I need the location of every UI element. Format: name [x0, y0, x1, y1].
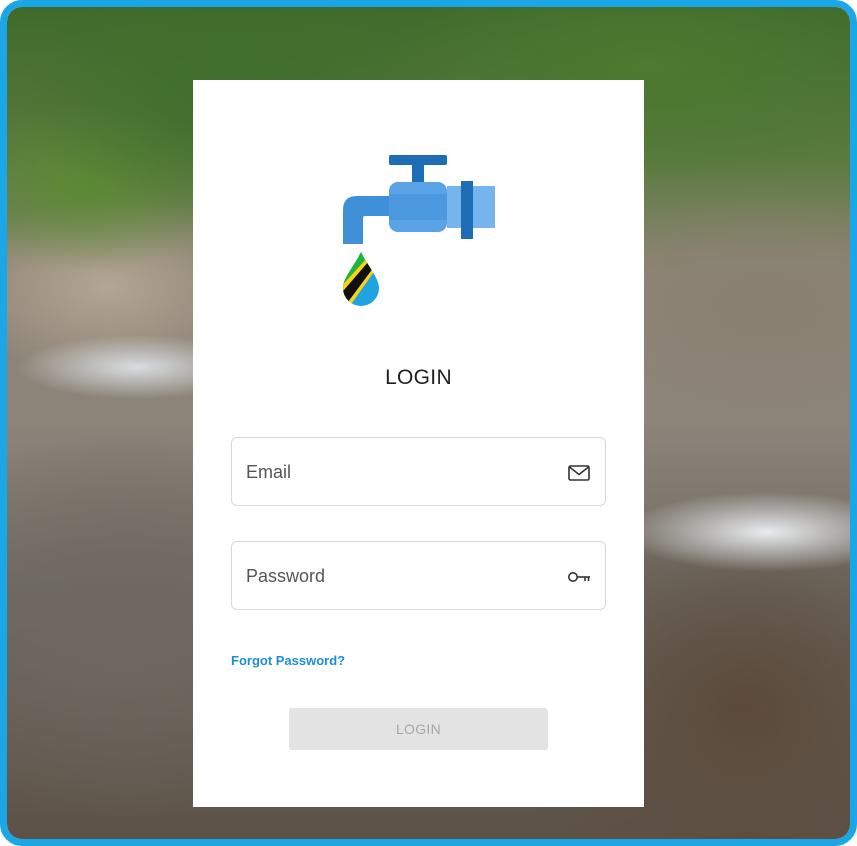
login-card: LOGIN Email Password Forgot Password? LO… [193, 80, 644, 807]
key-icon [568, 572, 590, 582]
forgot-password-link[interactable]: Forgot Password? [231, 653, 345, 668]
password-field[interactable]: Password [231, 541, 606, 610]
water-tap-logo-icon [343, 155, 495, 306]
envelope-icon [568, 465, 590, 481]
email-placeholder: Email [246, 462, 292, 482]
email-field[interactable]: Email [231, 437, 606, 506]
login-button[interactable]: LOGIN [289, 708, 548, 750]
password-placeholder: Password [246, 566, 326, 586]
login-title: LOGIN [385, 366, 452, 389]
